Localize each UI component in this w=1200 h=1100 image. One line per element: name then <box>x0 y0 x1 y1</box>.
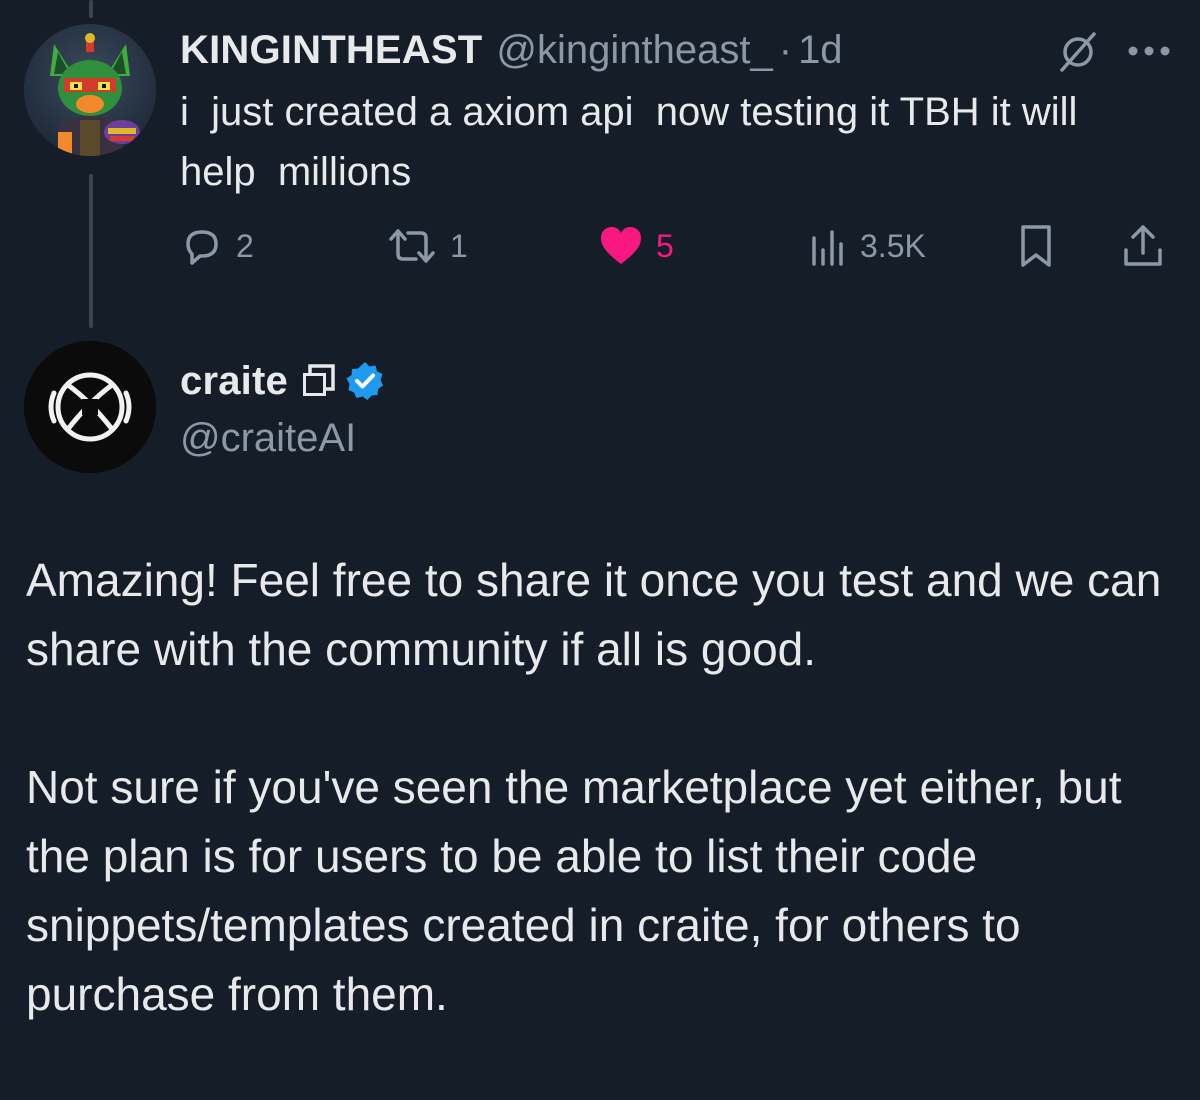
share-button[interactable] <box>1120 222 1166 270</box>
views-button[interactable]: 3.5K <box>808 222 926 270</box>
tweet2-paragraph-2: Not sure if you've seen the marketplace … <box>26 761 1122 1020</box>
repost-count: 1 <box>450 227 468 264</box>
views-icon <box>812 230 843 266</box>
tweet2-text: Amazing! Feel free to share it once you … <box>26 546 1176 1029</box>
repost-button[interactable]: 1 <box>386 222 468 270</box>
craite-logo-icon <box>24 341 156 473</box>
thread-connector-top <box>89 0 93 18</box>
avatar-craite[interactable] <box>24 341 156 473</box>
affiliate-badge-icon[interactable] <box>300 363 336 399</box>
tweet2-header: craite <box>180 352 386 410</box>
verified-badge-icon[interactable] <box>344 360 386 402</box>
tweet2-handle[interactable]: @craiteAI <box>180 410 356 466</box>
tweet1-handle[interactable]: @kingintheast_ <box>496 28 772 73</box>
reply-button[interactable]: 2 <box>180 222 254 270</box>
bookmark-button[interactable] <box>1014 222 1058 270</box>
views-count: 3.5K <box>860 227 926 264</box>
avatar-kingintheast[interactable] <box>24 24 156 156</box>
share-icon <box>1124 225 1162 266</box>
repost-icon <box>389 229 435 263</box>
bookmark-icon <box>1021 225 1051 267</box>
reply-count: 2 <box>236 227 254 264</box>
avatar-kingintheast-image <box>24 24 156 156</box>
like-button[interactable]: 5 <box>598 222 674 270</box>
thread-connector <box>89 174 93 328</box>
like-icon <box>601 227 641 264</box>
tweet1-header: KINGINTHEAST @kingintheast_ · 1d <box>180 22 843 78</box>
tweet1-timestamp[interactable]: 1d <box>798 28 843 73</box>
tweet2-paragraph-1: Amazing! Feel free to share it once you … <box>26 554 1162 675</box>
like-count: 5 <box>656 227 674 264</box>
tweet2-display-name[interactable]: craite <box>180 359 288 404</box>
tweet1-text: i just created a axiom api now testing i… <box>180 90 1089 194</box>
tweet1-display-name[interactable]: KINGINTHEAST <box>180 28 482 73</box>
grok-icon[interactable] <box>1054 28 1102 76</box>
more-icon[interactable] <box>1126 38 1172 64</box>
reply-icon <box>186 230 218 265</box>
tweet1-separator: · <box>778 27 793 72</box>
